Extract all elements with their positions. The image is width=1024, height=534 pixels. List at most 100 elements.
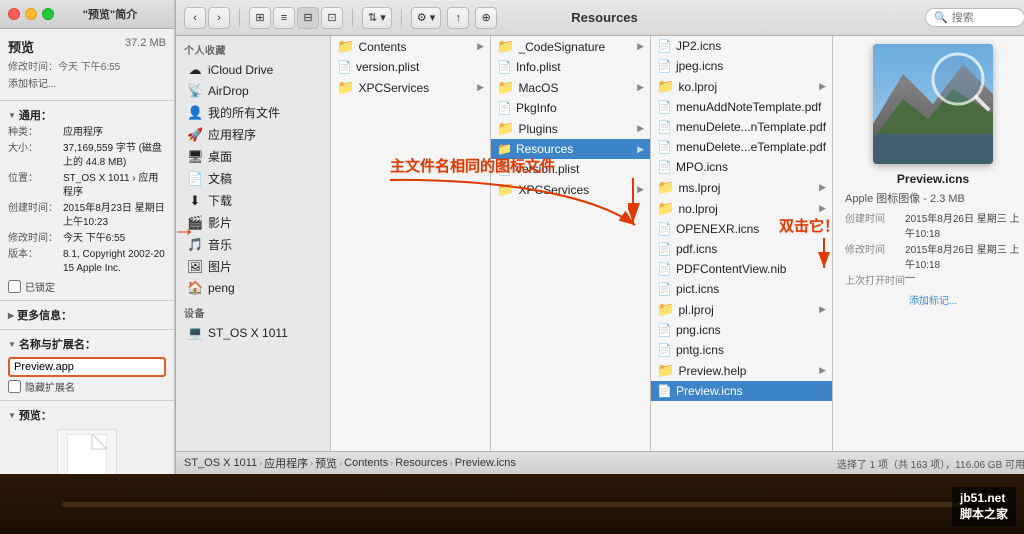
finder-column-2: 📁 _CodeSignature 📄 Info.plist 📁 MacOS 📄 … xyxy=(491,36,651,451)
close-button[interactable] xyxy=(8,8,20,20)
breadcrumb-st[interactable]: ST_OS X 1011 xyxy=(184,457,257,469)
col3-ms[interactable]: 📁 ms.lproj xyxy=(651,177,832,198)
sidebar-item-docs[interactable]: 📄 文稿 xyxy=(179,168,327,189)
folder-icon-xpc: 📁 xyxy=(337,79,354,96)
col3-no[interactable]: 📁 no.lproj xyxy=(651,198,832,219)
col3-jpeg[interactable]: 📄 jpeg.icns xyxy=(651,56,832,76)
detail-type: 种类： 应用程序 xyxy=(8,125,166,141)
arrange-button[interactable]: ⇅ ▾ xyxy=(362,7,392,29)
sidebar-home-label: peng xyxy=(208,281,235,295)
sidebar-item-desktop[interactable]: 🖥 桌面 xyxy=(179,146,327,167)
col3-pdfcv[interactable]: 📄 PDFContentView.nib xyxy=(651,259,832,279)
col3-menuadd[interactable]: 📄 menuAddNoteTemplate.pdf xyxy=(651,97,832,117)
general-section-title[interactable]: 通用： xyxy=(8,105,166,125)
col2-resources-label: Resources xyxy=(516,142,573,156)
preview-add-label[interactable]: 添加标记... xyxy=(909,292,957,307)
preview-created-label: 创建时间 xyxy=(845,210,905,240)
finder-column-1: 📁 Contents 📄 version.plist 📁 XPCServices xyxy=(331,36,491,451)
detail-modified: 修改时间： 今天 下午6:55 xyxy=(8,231,166,247)
sidebar-item-music[interactable]: 🎵 音乐 xyxy=(179,234,327,255)
col3-ko[interactable]: 📁 ko.lproj xyxy=(651,76,832,97)
sidebar-item-allfiles[interactable]: 👤 我的所有文件 xyxy=(179,102,327,123)
movies-icon: 🎬 xyxy=(187,215,203,231)
coverflow-view-button[interactable]: ⊡ xyxy=(321,7,343,29)
col1-contents-label: Contents xyxy=(358,40,406,54)
sidebar-item-icloud[interactable]: ☁ iCloud Drive xyxy=(179,60,327,80)
app-info: 37.2 MB 预览 修改时间：今天 下午6:55 添加标记... xyxy=(0,29,174,101)
locked-label: 已锁定 xyxy=(25,279,55,294)
maximize-button[interactable] xyxy=(42,8,54,20)
col3-jp2[interactable]: 📄 JP2.icns xyxy=(651,36,832,56)
col3-pl[interactable]: 📁 pl.lproj xyxy=(651,299,832,320)
col2-pkginfo[interactable]: 📄 PkgInfo xyxy=(491,98,650,118)
edit-tags-button[interactable]: ⊕ xyxy=(475,7,497,29)
col3-png[interactable]: 📄 png.icns xyxy=(651,320,832,340)
sidebar-item-apps[interactable]: 🚀 应用程序 xyxy=(179,124,327,145)
search-input[interactable] xyxy=(952,12,1022,24)
sidebar-item-photos[interactable]: 🖼 图片 xyxy=(179,256,327,277)
preview-modified-row: 修改时间 2015年8月26日 星期三 上午10:18 xyxy=(845,241,1021,271)
sidebar-item-device[interactable]: 💻 ST_OS X 1011 xyxy=(179,323,327,343)
file-icon-mpo: 📄 xyxy=(657,160,672,174)
column-view-button[interactable]: ⊟ xyxy=(297,7,319,29)
col2-resources[interactable]: 📁 Resources xyxy=(491,139,650,159)
col2-version[interactable]: 📄 version.plist xyxy=(491,159,650,179)
breadcrumb-preview[interactable]: 预览 xyxy=(315,455,337,471)
col1-versionplist[interactable]: 📄 version.plist xyxy=(331,57,490,77)
breadcrumb-resources[interactable]: Resources xyxy=(395,457,448,469)
col2-macos[interactable]: 📁 MacOS xyxy=(491,77,650,98)
sidebar-downloads-label: 下载 xyxy=(208,192,232,209)
watermark-line2: 脚本之家 xyxy=(960,505,1008,522)
preview-modified-label: 修改时间 xyxy=(845,241,905,271)
minimize-button[interactable] xyxy=(25,8,37,20)
detail-modified-label: 修改时间： xyxy=(8,232,63,246)
col2-xpc[interactable]: 📁 XPCServices xyxy=(491,179,650,200)
sidebar-item-home[interactable]: 🏠 peng xyxy=(179,278,327,298)
finder-title: Resources xyxy=(571,10,637,25)
col2-plugins[interactable]: 📁 Plugins xyxy=(491,118,650,139)
col3-pntg[interactable]: 📄 pntg.icns xyxy=(651,340,832,360)
hide-ext-check[interactable] xyxy=(8,380,21,393)
col3-mpo[interactable]: 📄 MPO.icns xyxy=(651,157,832,177)
preview-section-title[interactable]: 预览： xyxy=(8,405,166,425)
icon-view-button[interactable]: ⊞ xyxy=(249,7,271,29)
sidebar-airdrop-label: AirDrop xyxy=(208,84,249,98)
hide-ext-label: 隐藏扩展名 xyxy=(25,379,75,394)
breadcrumb-file[interactable]: Preview.icns xyxy=(455,457,516,469)
col3-openexr[interactable]: 📄 OPENEXR.icns xyxy=(651,219,832,239)
col3-menudel1[interactable]: 📄 menuDelete...nTemplate.pdf xyxy=(651,117,832,137)
col3-pict[interactable]: 📄 pict.icns xyxy=(651,279,832,299)
sidebar-item-airdrop[interactable]: 📡 AirDrop xyxy=(179,81,327,101)
more-info-title[interactable]: 更多信息： xyxy=(8,305,166,325)
locked-check[interactable] xyxy=(8,280,21,293)
detail-modified-value: 今天 下午6:55 xyxy=(63,232,166,246)
col3-jp2-label: JP2.icns xyxy=(676,39,721,53)
col2-codesig[interactable]: 📁 _CodeSignature xyxy=(491,36,650,57)
locked-checkbox[interactable]: 已锁定 xyxy=(8,277,166,296)
col3-previewicns[interactable]: 📄 Preview.icns xyxy=(651,381,832,401)
back-button[interactable]: ‹ xyxy=(184,7,206,29)
breadcrumb-apps[interactable]: 应用程序 xyxy=(264,455,308,471)
file-icon-del1: 📄 xyxy=(657,120,672,134)
list-view-button[interactable]: ≡ xyxy=(273,7,295,29)
preview-opened-row: 上次打开时间 — xyxy=(845,272,1021,287)
breadcrumb-contents[interactable]: Contents xyxy=(344,457,388,469)
col1-xpc[interactable]: 📁 XPCServices xyxy=(331,77,490,98)
col3-help[interactable]: 📁 Preview.help xyxy=(651,360,832,381)
sidebar-item-movies[interactable]: 🎬 影片 xyxy=(179,212,327,233)
finder-window: ‹ › ⊞ ≡ ⊟ ⊡ ⇅ ▾ ⚙ ▾ ↑ ⊕ Resources 🔍 xyxy=(175,0,1024,474)
hide-ext-checkbox[interactable]: 隐藏扩展名 xyxy=(8,377,166,396)
forward-button[interactable]: › xyxy=(208,7,230,29)
share-button[interactable]: ↑ xyxy=(447,7,469,29)
col1-contents[interactable]: 📁 Contents xyxy=(331,36,490,57)
col2-infoplist[interactable]: 📄 Info.plist xyxy=(491,57,650,77)
name-section-title[interactable]: 名称与扩展名： xyxy=(8,334,166,354)
sidebar-item-downloads[interactable]: ⬇ 下载 xyxy=(179,190,327,211)
action-button[interactable]: ⚙ ▾ xyxy=(411,7,441,29)
add-label-button[interactable]: 添加标记... xyxy=(8,73,166,92)
col3-menudel2[interactable]: 📄 menuDelete...eTemplate.pdf xyxy=(651,137,832,157)
name-input[interactable] xyxy=(8,357,166,377)
detail-location-label: 位置： xyxy=(8,172,63,200)
app-name: 预览 xyxy=(8,40,34,55)
col3-pdf[interactable]: 📄 pdf.icns xyxy=(651,239,832,259)
